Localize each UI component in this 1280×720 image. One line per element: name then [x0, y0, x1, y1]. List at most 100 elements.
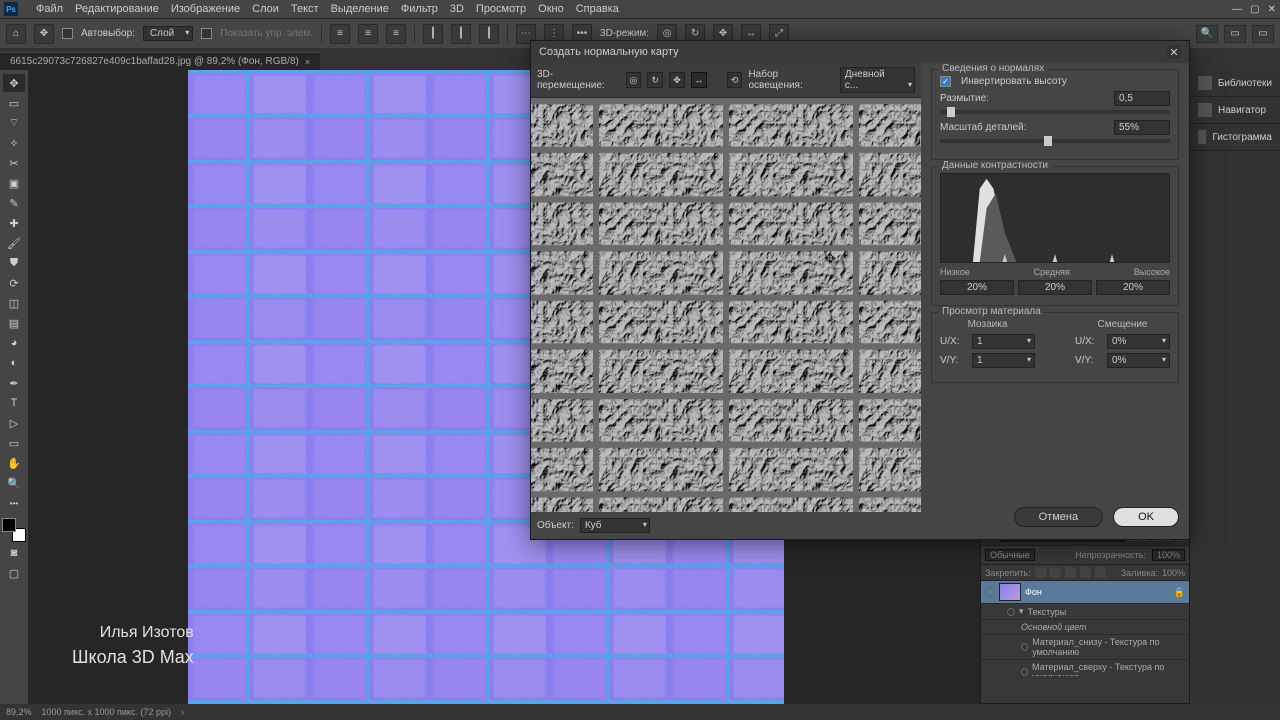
- panel-navigator[interactable]: Навигатор: [1190, 97, 1280, 124]
- gradient-tool[interactable]: ▤: [3, 314, 25, 332]
- hand-tool[interactable]: ✋: [3, 454, 25, 472]
- ux-offset-dropdown[interactable]: 0%: [1107, 334, 1170, 349]
- move-tool[interactable]: ✥: [3, 74, 25, 92]
- align-right-icon[interactable]: ≡: [386, 24, 406, 44]
- autoselect-dropdown[interactable]: Слой: [143, 26, 193, 41]
- ux-mosaic-dropdown[interactable]: 1: [972, 334, 1035, 349]
- contrast-high-value[interactable]: 20%: [1096, 280, 1170, 295]
- lasso-tool[interactable]: ⌔: [3, 114, 25, 132]
- wand-tool[interactable]: ✧: [3, 134, 25, 152]
- dialog-close-icon[interactable]: ✕: [1167, 45, 1181, 59]
- blend-mode-dropdown[interactable]: Обычные: [985, 549, 1035, 561]
- opacity-value[interactable]: 100%: [1152, 549, 1185, 561]
- orbit-3d-icon[interactable]: ◎: [626, 72, 642, 88]
- dialog-titlebar[interactable]: Создать нормальную карту ✕: [531, 41, 1189, 63]
- roll-3d-icon[interactable]: ↻: [647, 72, 663, 88]
- slide-3d-icon[interactable]: ↔: [691, 72, 707, 88]
- object-dropdown[interactable]: Куб: [580, 518, 650, 533]
- frame-tool[interactable]: ▣: [3, 174, 25, 192]
- history-brush-tool[interactable]: ⟳: [3, 274, 25, 292]
- blur-value[interactable]: 0,5: [1114, 91, 1170, 106]
- lock-all-icon[interactable]: [1095, 567, 1106, 578]
- home-icon[interactable]: ⌂: [6, 24, 26, 44]
- stamp-tool[interactable]: ⛊: [3, 254, 25, 272]
- zoom-value[interactable]: 89,2%: [6, 707, 32, 717]
- color-swatches[interactable]: [2, 518, 26, 542]
- workspace-icon[interactable]: ▭: [1252, 25, 1274, 43]
- lock-nest-icon[interactable]: [1080, 567, 1091, 578]
- marquee-tool[interactable]: ▭: [3, 94, 25, 112]
- layer-sub-title[interactable]: Основной цвет: [981, 620, 1189, 635]
- edit-toolbar[interactable]: •••: [3, 494, 25, 512]
- invert-height-checkbox[interactable]: ✓: [940, 76, 951, 87]
- tab-close-icon[interactable]: ×: [305, 57, 310, 67]
- material-item[interactable]: Материал_сверху - Текстура по умолчанию: [981, 660, 1189, 676]
- zoom-tool[interactable]: 🔍: [3, 474, 25, 492]
- align-bottom-icon[interactable]: ┃: [479, 24, 499, 44]
- menu-view[interactable]: Просмотр: [476, 3, 526, 15]
- material-item[interactable]: Материал_снизу - Текстура по умолчанию: [981, 635, 1189, 660]
- preview-3d[interactable]: [531, 98, 921, 512]
- vy-mosaic-dropdown[interactable]: 1: [972, 353, 1035, 368]
- text-tool[interactable]: T: [3, 394, 25, 412]
- menu-layers[interactable]: Слои: [252, 3, 279, 15]
- eraser-tool[interactable]: ◫: [3, 294, 25, 312]
- move-tool-icon[interactable]: ✥: [34, 24, 54, 44]
- close-icon[interactable]: ✕: [1268, 4, 1276, 15]
- layers-list[interactable]: Фон 🔒 ▾ Текстуры Основной цвет Материал_…: [981, 581, 1189, 676]
- vy-offset-dropdown[interactable]: 0%: [1107, 353, 1170, 368]
- search-icon[interactable]: 🔍: [1196, 25, 1218, 43]
- show-transform-checkbox[interactable]: [201, 28, 212, 39]
- menu-help[interactable]: Справка: [576, 3, 619, 15]
- pen-tool[interactable]: ✒: [3, 374, 25, 392]
- lock-pixels-icon[interactable]: [1050, 567, 1061, 578]
- align-left-icon[interactable]: ≡: [330, 24, 350, 44]
- brush-tool[interactable]: 🖌: [3, 234, 25, 252]
- menu-filter[interactable]: Фильтр: [401, 3, 438, 15]
- blur-slider[interactable]: [940, 110, 1170, 114]
- crop-tool[interactable]: ✂: [3, 154, 25, 172]
- menu-select[interactable]: Выделение: [331, 3, 389, 15]
- align-vcenter-icon[interactable]: ┃: [451, 24, 471, 44]
- dodge-tool[interactable]: ◐: [3, 354, 25, 372]
- blur-tool[interactable]: ◕: [3, 334, 25, 352]
- align-top-icon[interactable]: ┃: [423, 24, 443, 44]
- eyedropper-tool[interactable]: ✎: [3, 194, 25, 212]
- lock-pos-icon[interactable]: [1065, 567, 1076, 578]
- maximize-icon[interactable]: ▢: [1250, 4, 1259, 15]
- cancel-button[interactable]: Отмена: [1014, 507, 1103, 527]
- panel-histogram[interactable]: Гистограмма: [1190, 124, 1280, 151]
- lightset-dropdown[interactable]: Дневной с...: [840, 67, 915, 93]
- menu-text[interactable]: Текст: [291, 3, 319, 15]
- pan-3d-icon[interactable]: ✥: [669, 72, 685, 88]
- minimize-icon[interactable]: —: [1232, 4, 1242, 15]
- heal-tool[interactable]: ✚: [3, 214, 25, 232]
- panel-libraries[interactable]: Библиотеки: [1190, 70, 1280, 97]
- align-center-icon[interactable]: ≡: [358, 24, 378, 44]
- autoselect-checkbox[interactable]: [62, 28, 73, 39]
- shape-tool[interactable]: ▭: [3, 434, 25, 452]
- layer-background[interactable]: Фон 🔒: [981, 581, 1189, 604]
- screen-mode-tool[interactable]: ▢: [3, 564, 25, 582]
- detail-slider[interactable]: [940, 139, 1170, 143]
- contrast-low-value[interactable]: 20%: [940, 280, 1014, 295]
- doc-info-arrow-icon[interactable]: ›: [181, 707, 184, 717]
- layer-group-textures[interactable]: ▾ Текстуры: [981, 604, 1189, 620]
- menu-3d[interactable]: 3D: [450, 3, 464, 15]
- visibility-toggle[interactable]: [1021, 668, 1028, 676]
- detail-value[interactable]: 55%: [1114, 120, 1170, 135]
- menu-file[interactable]: Файл: [36, 3, 63, 15]
- lock-trans-icon[interactable]: [1035, 567, 1046, 578]
- histogram[interactable]: [940, 173, 1170, 263]
- menu-window[interactable]: Окно: [538, 3, 564, 15]
- visibility-toggle[interactable]: [985, 587, 995, 597]
- quick-mask-tool[interactable]: ◙: [3, 544, 25, 562]
- contrast-mid-value[interactable]: 20%: [1018, 280, 1092, 295]
- visibility-toggle[interactable]: [1007, 608, 1015, 616]
- document-tab[interactable]: 6615c29073c726827e409c1baffad28.jpg @ 89…: [0, 52, 320, 70]
- menu-image[interactable]: Изображение: [171, 3, 240, 15]
- reset-icon[interactable]: ⟲: [727, 72, 743, 88]
- fill-value[interactable]: 100%: [1162, 568, 1185, 578]
- path-tool[interactable]: ▷: [3, 414, 25, 432]
- arrange-icon[interactable]: ▭: [1224, 25, 1246, 43]
